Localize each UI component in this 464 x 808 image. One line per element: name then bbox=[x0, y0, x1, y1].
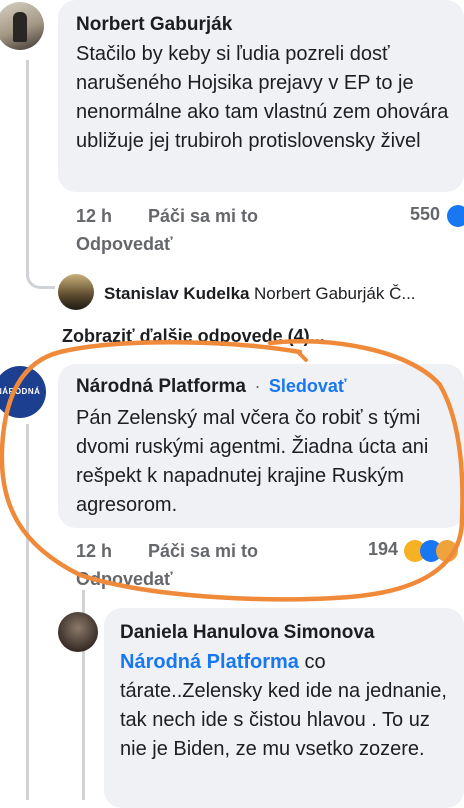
comment-text: Pán Zelenský mal včera čo robiť s tými d… bbox=[76, 404, 456, 520]
comment-author[interactable]: Daniela Hanulova Simonova bbox=[120, 622, 446, 644]
avatar-daniela[interactable] bbox=[58, 612, 98, 652]
reply-preview[interactable]: Stanislav Kudelka Norbert Gaburják Č... bbox=[104, 284, 416, 304]
like-reaction-icon bbox=[447, 205, 464, 227]
reply-button[interactable]: Odpovedať bbox=[76, 569, 173, 590]
comment-author[interactable]: Národná Platforma bbox=[76, 376, 246, 397]
thread-line bbox=[26, 60, 55, 289]
reply-mention: Norbert Gaburják Č... bbox=[254, 284, 416, 303]
comment-bubble-narodna: Národná Platforma · Sledovať Pán Zelensk… bbox=[58, 364, 464, 528]
comment-author[interactable]: Norbert Gaburják bbox=[76, 14, 446, 36]
more-replies-link[interactable]: Zobraziť ďalšie odpovede (4)... bbox=[62, 326, 325, 347]
avatar-stanislav[interactable] bbox=[58, 274, 94, 310]
reaction-number: 550 bbox=[410, 204, 440, 224]
avatar-narodna-platforma[interactable]: NÁRODNÁ bbox=[0, 366, 46, 418]
avatar-logo-text: NÁRODNÁ bbox=[0, 387, 40, 396]
reaction-count[interactable]: 550 bbox=[410, 204, 464, 227]
reply-author: Stanislav Kudelka bbox=[104, 284, 250, 303]
avatar-figure bbox=[13, 12, 27, 42]
angry-reaction-icon bbox=[436, 540, 458, 562]
comment-text-block: Národná Platforma co tárate..Zelensky ke… bbox=[120, 648, 450, 764]
separator-dot: · bbox=[254, 376, 260, 396]
avatar-norbert[interactable] bbox=[0, 2, 44, 50]
reply-button[interactable]: Odpovedať bbox=[76, 234, 173, 255]
comment-bubble-daniela: Daniela Hanulova Simonova Národná Platfo… bbox=[104, 608, 464, 808]
comment-bubble-norbert: Norbert Gaburják Stačilo by keby si ľudi… bbox=[58, 0, 464, 192]
thread-line bbox=[26, 424, 29, 800]
comment-time[interactable]: 12 h bbox=[76, 206, 112, 227]
comment-text: Stačilo by keby si ľudia pozreli dosť na… bbox=[76, 40, 456, 156]
like-button[interactable]: Páči sa mi to bbox=[148, 206, 258, 227]
reaction-number: 194 bbox=[368, 539, 398, 559]
reaction-count[interactable]: 194 bbox=[368, 539, 458, 562]
follow-button[interactable]: Sledovať bbox=[269, 376, 347, 396]
like-button[interactable]: Páči sa mi to bbox=[148, 541, 258, 562]
mention-link[interactable]: Národná Platforma bbox=[120, 651, 299, 673]
comment-time[interactable]: 12 h bbox=[76, 541, 112, 562]
